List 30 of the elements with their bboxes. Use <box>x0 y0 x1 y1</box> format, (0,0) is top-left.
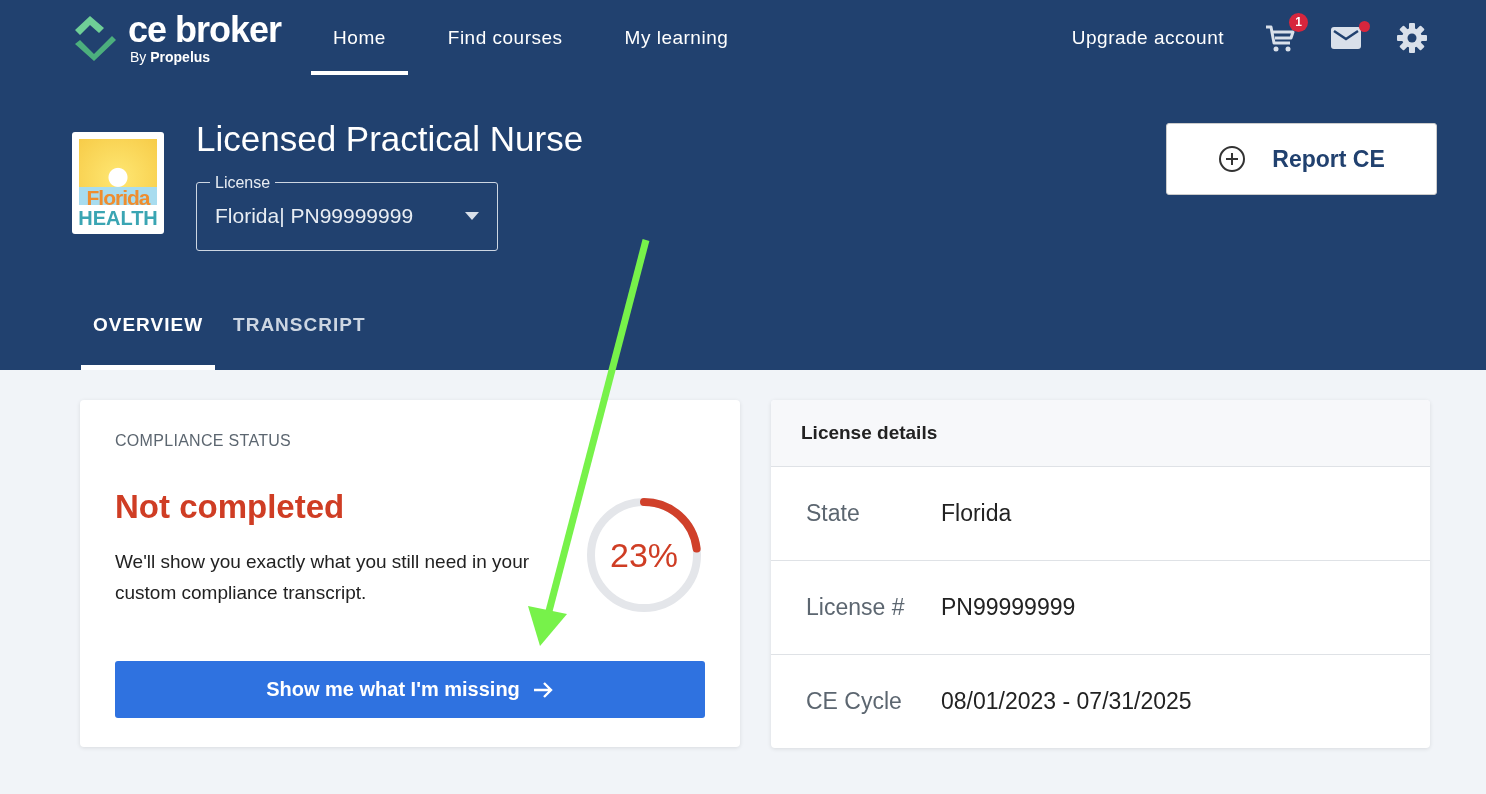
florida-health-logo: Florida HEALTH <box>72 132 164 234</box>
settings-icon[interactable] <box>1396 21 1428 54</box>
detail-label: State <box>806 500 861 527</box>
mail-icon[interactable] <box>1330 24 1362 51</box>
tab[interactable]: TRANSCRIPT <box>221 284 378 370</box>
profession-title: Licensed Practical Nurse <box>196 120 584 159</box>
detail-value: Florida <box>941 500 1012 527</box>
brand-byline: By Propelus <box>130 49 212 64</box>
compliance-status: Not completed <box>115 488 346 526</box>
dropdown-caret-icon <box>465 212 479 220</box>
report-ce-button[interactable]: Report CE <box>1166 123 1437 195</box>
card-title: License details <box>771 400 1430 467</box>
plus-circle-icon <box>1218 145 1247 173</box>
show-missing-button[interactable]: Show me what I'm missing <box>115 661 705 718</box>
nav-link[interactable]: Home <box>311 0 408 75</box>
brand-name: ce broker <box>128 11 282 48</box>
card-heading: COMPLIANCE STATUS <box>115 432 293 450</box>
detail-value: PN99999999 <box>941 594 1076 621</box>
license-select[interactable]: License Florida| PN99999999 <box>196 174 498 251</box>
arrow-right-icon <box>531 680 554 699</box>
detail-label: License # <box>806 594 906 621</box>
tab[interactable]: OVERVIEW <box>81 284 216 370</box>
nav-link[interactable]: Find courses <box>425 0 585 75</box>
detail-label: CE Cycle <box>806 688 903 715</box>
detail-value: 08/01/2023 - 07/31/2025 <box>941 688 1192 715</box>
nav-link[interactable]: My learning <box>602 0 751 75</box>
cart-count-badge: 1 <box>1289 12 1308 32</box>
progress-percent: 23% <box>609 538 679 572</box>
compliance-description: We'll show you exactly what you still need in your custom compliance transcript. <box>115 550 531 606</box>
upgrade-account-link[interactable]: Upgrade account <box>1071 0 1224 75</box>
